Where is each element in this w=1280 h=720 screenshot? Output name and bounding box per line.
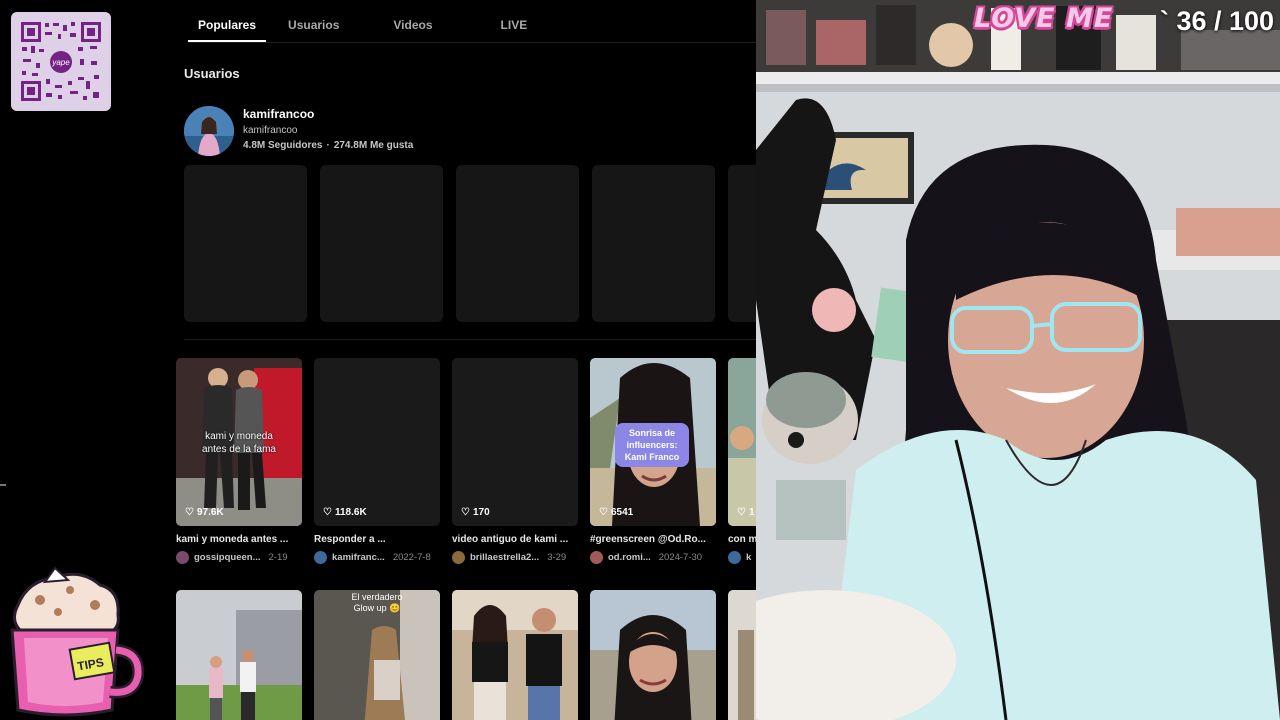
video-card[interactable]: ♡ 1 con m k — [728, 358, 756, 564]
search-results-page: Populares Usuarios Videos LIVE Usuarios … — [170, 0, 756, 720]
user-stats: 4.8M Seguidores · 274.8M Me gusta — [243, 138, 413, 153]
video-grid-row: El verdadero Glow up 😊 — [176, 590, 756, 720]
video-thumbnail[interactable] — [452, 590, 578, 720]
video-grid-row: kami y moneda antes de la fama ♡ 97.6K ka… — [176, 358, 756, 564]
video-thumbnail[interactable] — [590, 590, 716, 720]
tips-mug-sticker: TIPS — [0, 560, 150, 720]
video-likes: ♡ 170 — [461, 507, 490, 518]
video-date: 3-29 — [547, 552, 567, 563]
author-avatar[interactable] — [314, 551, 327, 564]
author-avatar[interactable] — [176, 551, 189, 564]
heart-icon: ♡ — [599, 507, 608, 518]
video-date: 2022-7-8 — [392, 552, 431, 563]
video-card[interactable]: ♡ 170 video antiguo de kami ... brillaest… — [452, 358, 578, 564]
video-author[interactable]: kamifranc... — [332, 552, 385, 563]
video-overlay-bubble: Sonrisa de influencers: Kami Franco — [615, 423, 689, 467]
user-result[interactable]: kamifrancoo kamifrancoo 4.8M Seguidores ·… — [184, 106, 413, 156]
users-section-title: Usuarios — [184, 66, 240, 81]
love-me-goal-title: LOVE ME — [974, 3, 1114, 34]
author-avatar[interactable] — [728, 551, 741, 564]
video-title[interactable]: con m — [728, 534, 756, 545]
video-likes: ♡ 118.6K — [323, 507, 367, 518]
side-marker — [0, 484, 6, 486]
tab-videos[interactable]: Videos — [383, 10, 442, 42]
video-date: 2024-7-30 — [658, 552, 703, 563]
video-card[interactable]: kami y moneda antes de la fama ♡ 97.6K ka… — [176, 358, 302, 564]
video-thumbnail[interactable]: Sonrisa de influencers: Kami Franco ♡ 654… — [590, 358, 716, 526]
video-title[interactable]: Responder a ... — [314, 534, 440, 545]
heart-icon: ♡ — [461, 507, 470, 518]
goal-counter: ` 36 / 100 — [1160, 6, 1275, 36]
user-handle: kamifrancoo — [243, 125, 298, 136]
yape-qr-code: yape — [11, 12, 111, 111]
webcam-feed — [756, 0, 1280, 720]
video-meta: gossipqueen... 2-19 — [176, 551, 302, 564]
user-avatar[interactable] — [184, 106, 234, 156]
video-author[interactable]: gossipqueen... — [194, 552, 261, 563]
yape-logo: yape — [51, 58, 70, 67]
tab-live[interactable]: LIVE — [491, 10, 538, 42]
tab-populares[interactable]: Populares — [188, 10, 267, 42]
author-avatar[interactable] — [590, 551, 603, 564]
user-video-placeholders — [184, 165, 756, 322]
video-placeholder — [320, 165, 443, 322]
video-title[interactable]: kami y moneda antes ... — [176, 534, 302, 545]
video-card[interactable]: El verdadero Glow up 😊 — [314, 590, 440, 720]
video-meta: k — [728, 551, 756, 564]
video-likes: ♡ 6541 — [599, 507, 634, 518]
video-thumbnail[interactable] — [176, 590, 302, 720]
video-card[interactable] — [176, 590, 302, 720]
video-author[interactable]: k — [746, 552, 751, 563]
followers-count: 4.8M Seguidores — [243, 140, 323, 151]
video-card[interactable]: ♡ 118.6K Responder a ... kamifranc... 202… — [314, 358, 440, 564]
video-meta: kamifranc... 2022-7-8 — [314, 551, 440, 564]
video-title[interactable]: #greenscreen @Od.Ro... — [590, 534, 716, 545]
video-title[interactable]: video antiguo de kami ... — [452, 534, 578, 545]
likes-count: 274.8M Me gusta — [333, 140, 414, 151]
video-likes: ♡ 97.6K — [185, 507, 224, 518]
tab-usuarios[interactable]: Usuarios — [278, 10, 349, 42]
heart-icon: ♡ — [737, 507, 746, 518]
section-divider — [184, 339, 756, 340]
video-meta: brillaestrella2... 3-29 — [452, 551, 578, 564]
video-author[interactable]: brillaestrella2... — [470, 552, 539, 563]
video-placeholder — [728, 165, 756, 322]
author-avatar[interactable] — [452, 551, 465, 564]
video-overlay-text: kami y moneda antes de la fama — [202, 431, 276, 455]
video-meta: od.romi... 2024-7-30 — [590, 551, 716, 564]
streamer-webcam-image — [756, 0, 1280, 720]
video-placeholder — [592, 165, 715, 322]
video-thumbnail[interactable]: ♡ 170 — [452, 358, 578, 526]
tabs-divider — [188, 42, 756, 43]
video-card[interactable] — [452, 590, 578, 720]
video-placeholder — [184, 165, 307, 322]
video-overlay-text: El verdadero Glow up 😊 — [351, 592, 403, 613]
video-likes: ♡ 1 — [737, 507, 755, 518]
heart-icon: ♡ — [185, 507, 194, 518]
stats-separator: · — [326, 140, 330, 151]
video-author[interactable]: od.romi... — [608, 552, 651, 563]
video-thumbnail[interactable]: ♡ 1 — [728, 358, 756, 526]
video-card[interactable]: Sonrisa de influencers: Kami Franco ♡ 654… — [590, 358, 716, 564]
search-tabs: Populares Usuarios Videos LIVE — [188, 10, 549, 42]
heart-icon: ♡ — [323, 507, 332, 518]
video-placeholder — [456, 165, 579, 322]
video-thumbnail[interactable]: ♡ 118.6K — [314, 358, 440, 526]
video-thumbnail[interactable] — [728, 590, 756, 720]
qr-code-icon: yape — [18, 19, 104, 104]
video-thumbnail[interactable]: kami y moneda antes de la fama ♡ 97.6K — [176, 358, 302, 526]
video-thumbnail[interactable]: El verdadero Glow up 😊 — [314, 590, 440, 720]
video-card[interactable] — [590, 590, 716, 720]
user-name[interactable]: kamifrancoo — [243, 106, 413, 122]
video-date: 2-19 — [268, 552, 288, 563]
video-card[interactable] — [728, 590, 756, 720]
